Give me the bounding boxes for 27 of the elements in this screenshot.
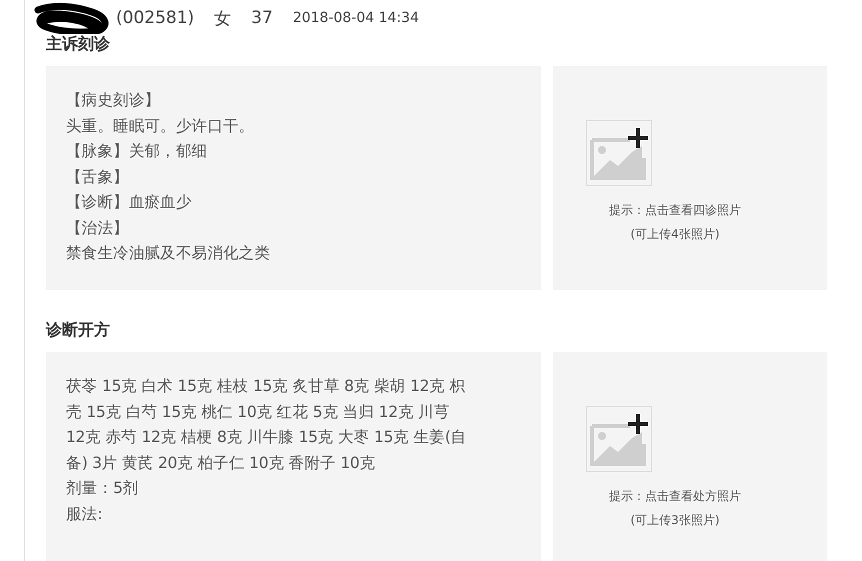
photo-card[interactable]: 提示：点击查看处方照片 (可上传3张照片) (553, 352, 827, 561)
record-line: 【脉象】关郁，郁细 (66, 141, 208, 162)
add-image-icon[interactable] (586, 406, 652, 472)
add-image-icon[interactable] (586, 120, 652, 186)
visit-datetime: 2018-08-04 14:34 (292, 10, 419, 26)
record-line: 备) 3片 黄芪 20克 柏子仁 10克 香附子 10克 (66, 452, 376, 474)
record-line: 【病史刻诊】 (66, 90, 162, 111)
record-line: 茯苓 15克 白术 15克 桂枝 15克 炙甘草 8克 柴胡 12克 枳 (66, 376, 466, 397)
record-line: 【舌象】 (66, 166, 130, 188)
patient-id: (002581) (116, 8, 194, 28)
record-line: 【治法】 (66, 218, 130, 238)
record-line: 【诊断】血瘀血少 (66, 192, 193, 213)
record-line: 服法: (66, 504, 104, 524)
photo-hint: 提示：点击查看处方照片 (609, 488, 741, 505)
record-line: 壳 15克 白芍 15克 桃仁 10克 红花 5克 当归 12克 川芎 (66, 402, 451, 422)
photo-card[interactable]: 提示：点击查看四诊照片 (可上传4张照片) (553, 66, 827, 290)
photo-limit: (可上传3张照片) (630, 512, 720, 528)
record-line: 12克 赤芍 12克 桔梗 8克 川牛膝 15克 大枣 15克 生姜(自 (66, 427, 468, 448)
photo-limit: (可上传4张照片) (630, 226, 720, 242)
patient-sex: 女 (214, 8, 232, 30)
section-title: 诊断开方 (46, 320, 111, 340)
record-line: 头重。睡眠可。少许口干。 (66, 116, 256, 136)
record-line: 禁食生冷油腻及不易消化之类 (66, 243, 272, 264)
record-line: 剂量：5剂 (66, 478, 140, 499)
patient-age: 37 (251, 8, 273, 28)
section-title: 主诉刻诊 (46, 34, 111, 54)
photo-hint: 提示：点击查看四诊照片 (609, 202, 741, 219)
